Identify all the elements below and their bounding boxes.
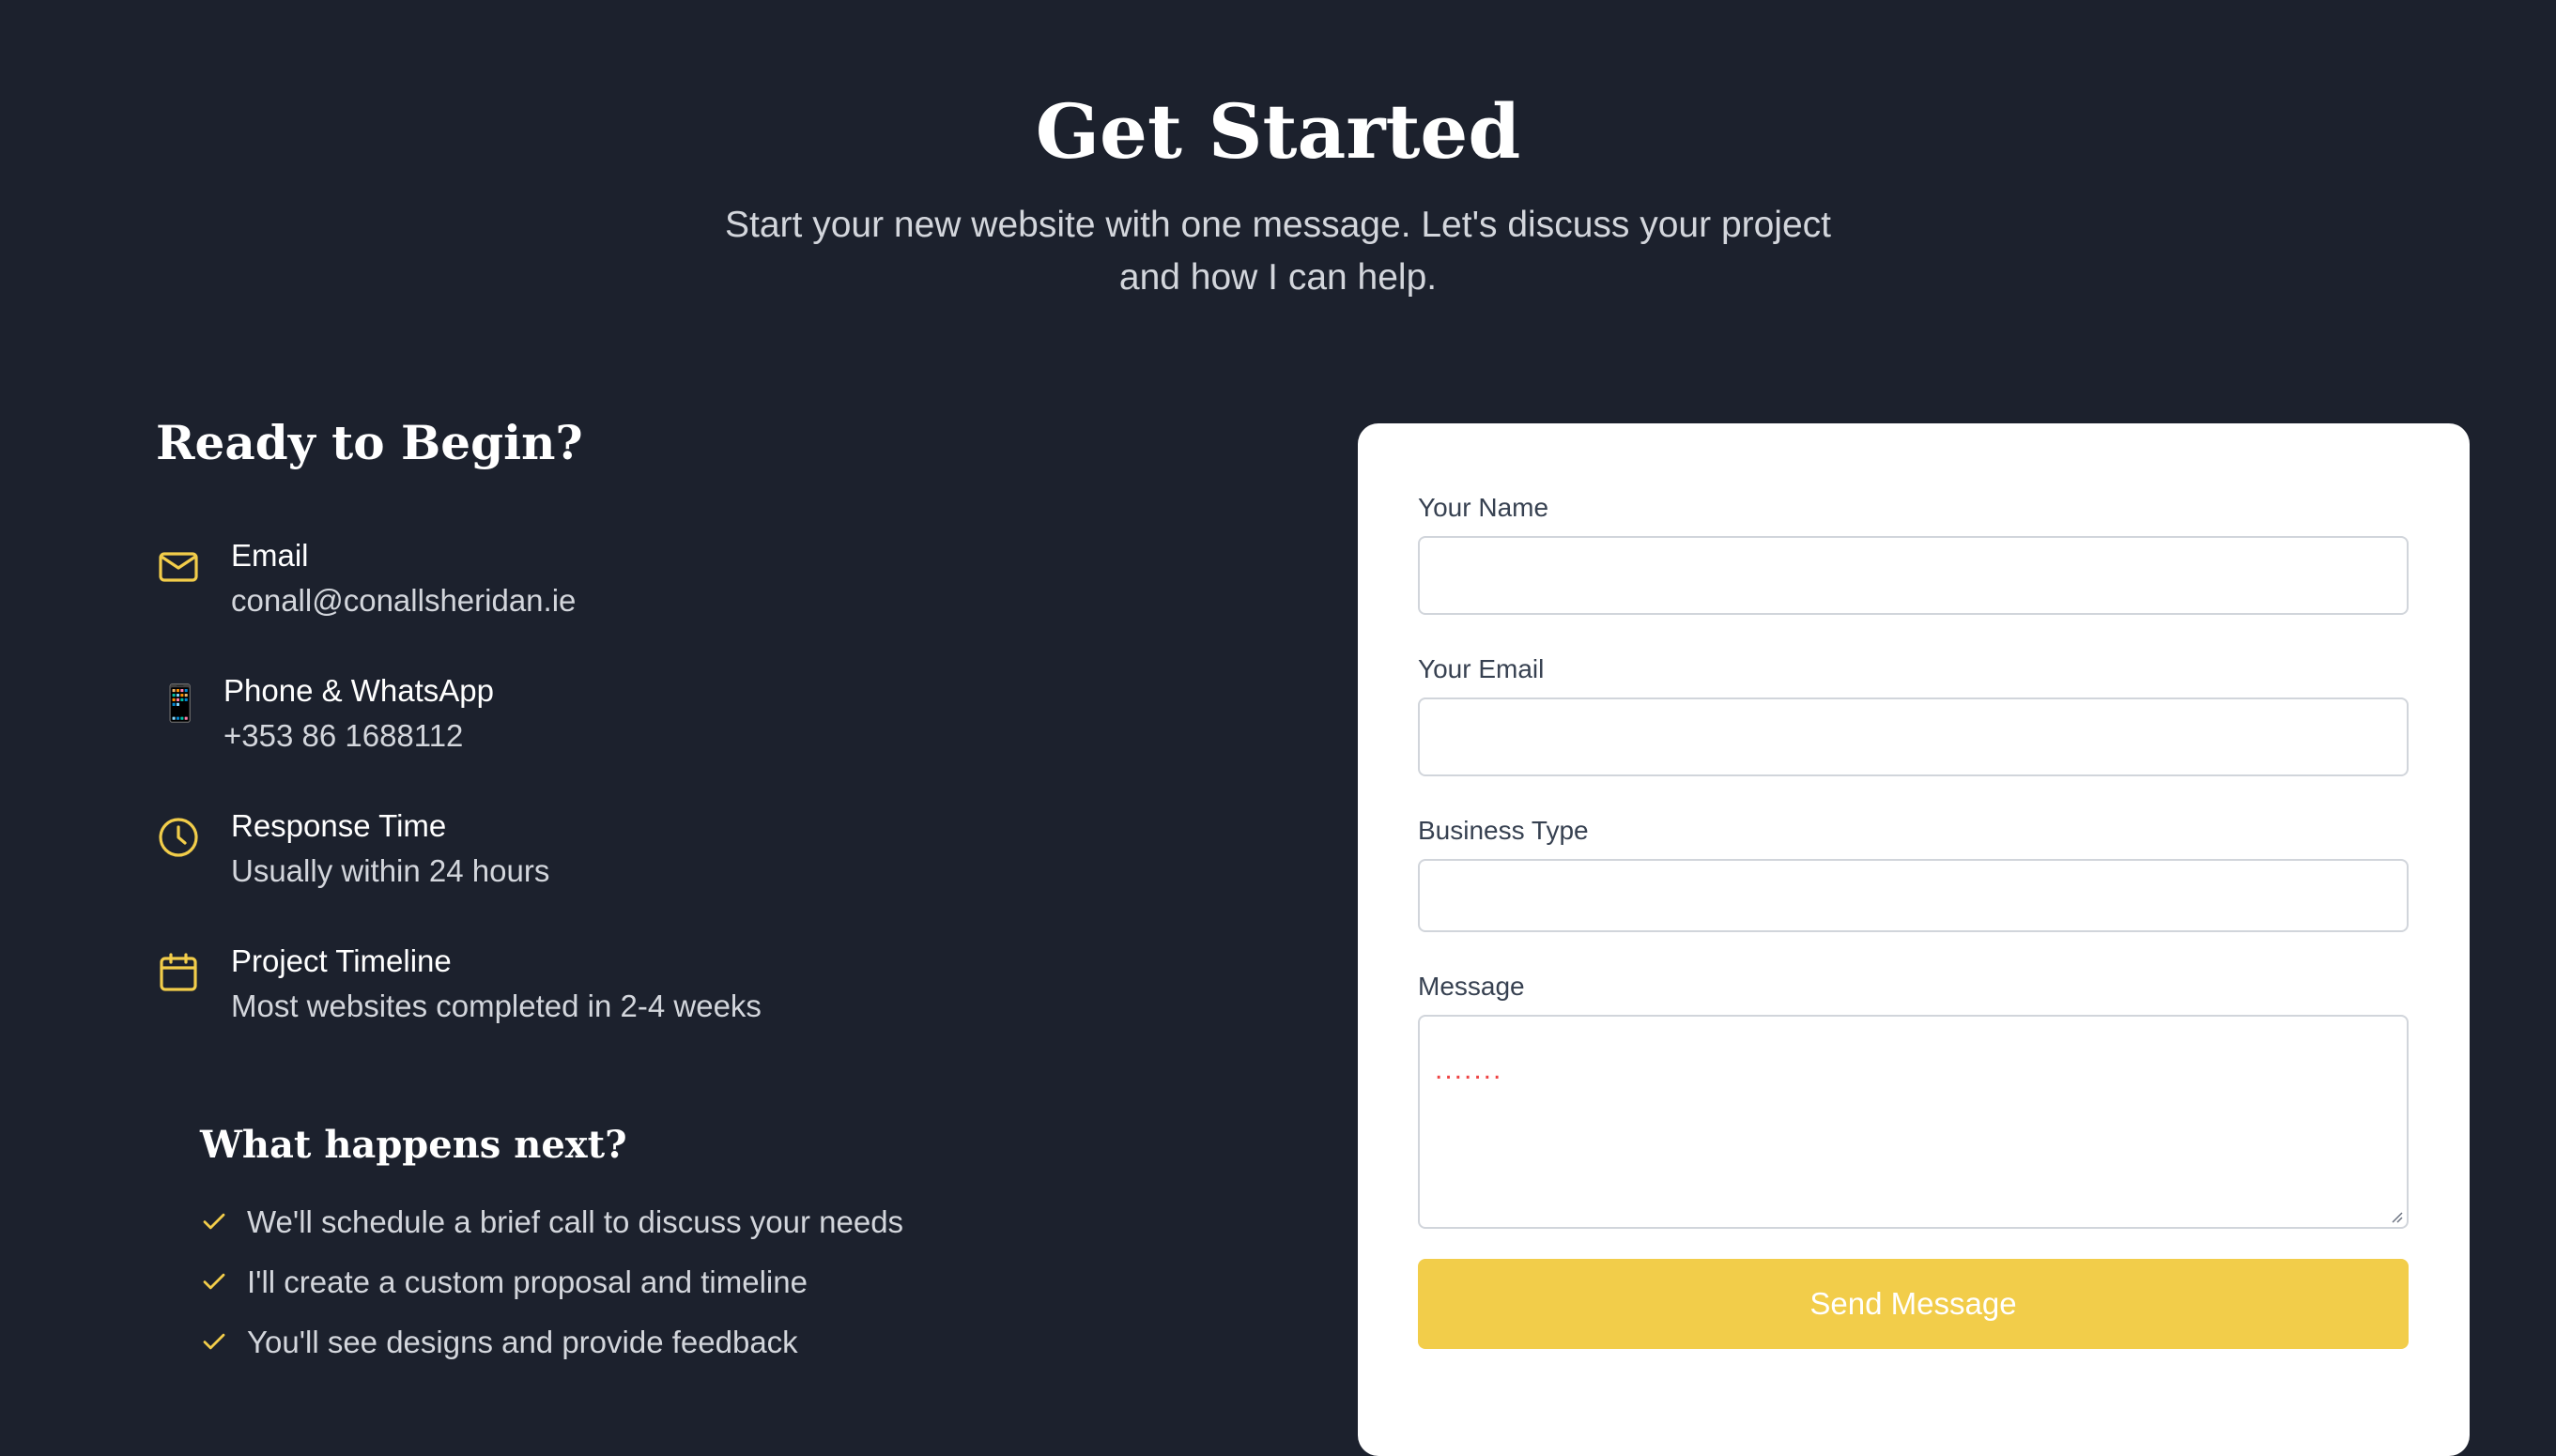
phone-label: Phone & WhatsApp — [223, 673, 495, 708]
list-item: I'll create a custom proposal and timeli… — [200, 1262, 903, 1322]
mail-icon — [156, 544, 201, 590]
project-timeline-value: Most websites completed in 2-4 weeks — [231, 989, 762, 1023]
check-icon — [203, 1213, 225, 1230]
mobile-phone-icon: 📱 — [158, 684, 203, 724]
list-item: We'll schedule a brief call to discuss y… — [200, 1202, 903, 1262]
response-time-value: Usually within 24 hours — [231, 853, 550, 888]
business-type-field-label: Business Type — [1418, 816, 1589, 845]
email-input[interactable] — [1418, 697, 2409, 776]
resize-handle-icon[interactable] — [2388, 1208, 2403, 1223]
email-value: conall@conallsheridan.ie — [231, 583, 577, 618]
calendar-icon — [156, 950, 201, 995]
page-title: Get Started — [1035, 87, 1521, 176]
contact-item-email: Email conall@conallsheridan.ie — [156, 535, 1095, 638]
contact-item-phone: 📱 Phone & WhatsApp +353 86 1688112 — [156, 670, 1095, 774]
clock-icon — [156, 815, 201, 860]
check-icon — [203, 1273, 225, 1290]
message-field-label: Message — [1418, 972, 1525, 1001]
step-text: You'll see designs and provide feedback — [247, 1325, 798, 1359]
list-item: You'll see designs and provide feedback — [200, 1322, 903, 1382]
contact-item-project-timeline: Project Timeline Most websites completed… — [156, 941, 1095, 1044]
name-input[interactable] — [1418, 536, 2409, 615]
page-subtitle: Start your new website with one message.… — [725, 205, 1831, 298]
next-steps-list: We'll schedule a brief call to discuss y… — [200, 1202, 903, 1382]
contact-info-section: Ready to Begin? Email conall@conallsheri… — [156, 413, 1283, 1359]
step-text: We'll schedule a brief call to discuss y… — [247, 1204, 904, 1239]
name-field-label: Your Name — [1418, 493, 1549, 522]
phone-value: +353 86 1688112 — [223, 718, 464, 753]
send-message-button[interactable]: Send Message — [1418, 1259, 2409, 1349]
email-label: Email — [231, 538, 309, 573]
project-timeline-label: Project Timeline — [231, 943, 452, 978]
next-steps-title: What happens next? — [200, 1123, 627, 1167]
contact-section-title: Ready to Begin? — [156, 415, 583, 470]
message-textarea[interactable] — [1418, 1015, 2409, 1229]
email-field-label: Your Email — [1418, 654, 1545, 683]
contact-item-response-time: Response Time Usually within 24 hours — [156, 805, 1095, 909]
response-time-label: Response Time — [231, 808, 447, 843]
contact-form: Your Name Your Email Business Type Messa… — [1358, 423, 2470, 1456]
step-text: I'll create a custom proposal and timeli… — [247, 1264, 808, 1299]
check-icon — [203, 1333, 225, 1350]
business-type-input[interactable] — [1418, 859, 2409, 932]
